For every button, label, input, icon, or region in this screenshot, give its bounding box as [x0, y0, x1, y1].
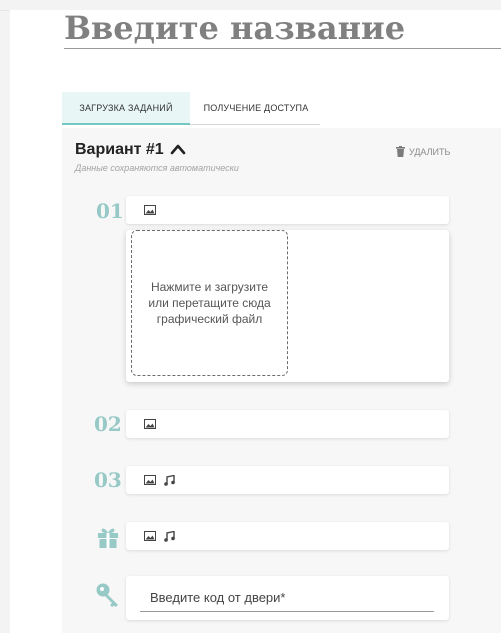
item-row-01[interactable]: [126, 196, 449, 224]
variant-title: Вариант #1: [75, 141, 164, 158]
gift-icon: [98, 528, 118, 548]
delete-label: УДАЛИТЬ: [409, 146, 451, 157]
autosave-note: Данные сохраняются автоматически: [75, 163, 239, 173]
item-row-02[interactable]: [126, 410, 449, 438]
quest-title-field[interactable]: Введите название: [64, 8, 501, 49]
gift-row[interactable]: [126, 522, 449, 550]
item-number: 02: [94, 412, 122, 436]
image-icon[interactable]: [144, 205, 156, 215]
tab-upload-tasks[interactable]: ЗАГРУЗКА ЗАДАНИЙ: [62, 92, 190, 125]
chevron-up-icon[interactable]: [170, 143, 186, 155]
key-icon: [96, 583, 118, 607]
image-icon[interactable]: [144, 475, 156, 485]
trash-icon: [396, 146, 405, 157]
item-number: 01: [96, 199, 124, 223]
image-dropzone[interactable]: Нажмите и загрузите или перетащите сюда …: [131, 230, 288, 376]
tab-get-access[interactable]: ПОЛУЧЕНИЕ ДОСТУПА: [192, 92, 320, 124]
music-note-icon[interactable]: [164, 530, 175, 542]
door-code-input[interactable]: [140, 584, 434, 612]
image-icon[interactable]: [144, 531, 156, 541]
item-row-03[interactable]: [126, 466, 449, 494]
image-icon[interactable]: [144, 419, 156, 429]
item-number: 03: [94, 468, 122, 492]
music-note-icon[interactable]: [164, 474, 175, 486]
door-code-row: [126, 576, 449, 620]
delete-variant-button[interactable]: УДАЛИТЬ: [396, 146, 450, 157]
tab-bar: ЗАГРУЗКА ЗАДАНИЙ ПОЛУЧЕНИЕ ДОСТУПА: [62, 92, 320, 125]
upload-panel: Нажмите и загрузите или перетащите сюда …: [126, 230, 449, 382]
